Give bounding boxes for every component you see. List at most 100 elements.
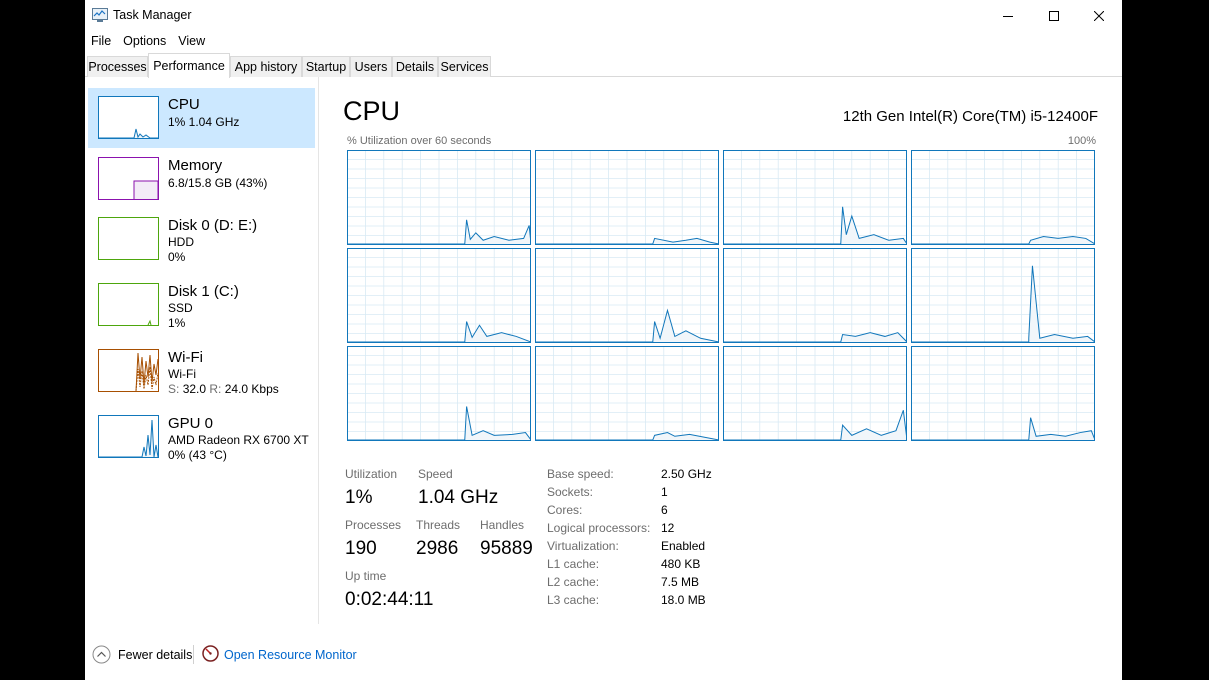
tab-details[interactable]: Details (392, 56, 438, 77)
spec-label: Cores: (547, 503, 583, 517)
performance-title: CPU (343, 96, 401, 126)
tab-startup[interactable]: Startup (302, 56, 350, 77)
speed-label: Speed (418, 467, 453, 481)
logical-processor-graph (723, 248, 907, 343)
resource-wifi[interactable]: Wi-Fi Wi-Fi S: 32.0 R: 24.0 Kbps (88, 344, 315, 406)
minimize-icon (1003, 15, 1013, 17)
wifi-thumbnail (98, 349, 159, 392)
spec-label: Sockets: (547, 485, 594, 499)
logical-processor-graph (535, 346, 719, 441)
resource-cpu[interactable]: CPU 1% 1.04 GHz (88, 88, 315, 148)
spec-value: 18.0 MB (661, 593, 706, 607)
memory-thumbnail (98, 157, 159, 200)
handles-label: Handles (480, 518, 525, 532)
close-icon (1094, 10, 1104, 21)
resource-disk-0[interactable]: Disk 0 (D: E:) HDD 0% (88, 212, 315, 274)
wifi-send-value: 32.0 (182, 382, 207, 396)
menu-options[interactable]: Options (117, 31, 172, 51)
resource-disk-1[interactable]: Disk 1 (C:) SSD 1% (88, 278, 315, 340)
resource-detail: 6.8/15.8 GB (43%) (168, 176, 268, 190)
resource-gpu[interactable]: GPU 0 AMD Radeon RX 6700 XT 0% (43 °C) (88, 410, 315, 472)
maximize-button[interactable] (1031, 0, 1077, 31)
resource-title: Disk 0 (D: E:) (168, 217, 258, 234)
wifi-receive-value: 24.0 Kbps (224, 382, 279, 396)
resource-detail-2: 1% (168, 316, 186, 330)
resource-detail: Wi-Fi (168, 367, 196, 381)
resource-title: Wi-Fi (168, 349, 203, 366)
spec-value: 7.5 MB (661, 575, 700, 589)
processes-label: Processes (345, 518, 402, 532)
spec-label: L3 cache: (547, 593, 600, 607)
spec-label: Base speed: (547, 467, 614, 481)
resource-detail: AMD Radeon RX 6700 XT (168, 433, 309, 447)
fewer-details-button[interactable]: Fewer details (118, 648, 192, 662)
logical-processor-graph (723, 346, 907, 441)
disk1-thumbnail (98, 283, 159, 326)
threads-label: Threads (416, 518, 461, 532)
spec-value: Enabled (661, 539, 706, 553)
collapse-chevron-icon[interactable] (92, 645, 111, 664)
spec-label: L2 cache: (547, 575, 600, 589)
tab-bar: Processes Performance App history Startu… (85, 53, 1122, 78)
menu-view[interactable]: View (172, 31, 211, 51)
tab-performance[interactable]: Performance (148, 53, 230, 78)
graph-caption: % Utilization over 60 seconds (347, 135, 492, 147)
close-button[interactable] (1076, 0, 1122, 31)
cpu-thumbnail (98, 96, 159, 139)
resource-title: Memory (168, 157, 223, 174)
resource-detail-2: 0% (168, 250, 186, 264)
open-resource-monitor-link[interactable]: Open Resource Monitor (224, 648, 357, 662)
utilization-label: Utilization (345, 467, 398, 481)
resource-detail-2: 0% (43 °C) (168, 448, 227, 462)
window-title: Task Manager (113, 8, 192, 22)
logical-processor-graph (535, 150, 719, 245)
logical-processor-graph (911, 346, 1095, 441)
title-bar: Task Manager (85, 0, 1122, 31)
footer: Fewer details Open Resource Monitor (85, 636, 1122, 672)
tab-services[interactable]: Services (438, 56, 491, 77)
tab-users[interactable]: Users (350, 56, 392, 77)
handles-value: 95889 (480, 538, 533, 559)
resource-detail: 1% 1.04 GHz (168, 115, 240, 129)
logical-processor-graph (911, 150, 1095, 245)
resource-list: CPU 1% 1.04 GHz Memory 6.8/15.8 GB (43%)… (85, 77, 319, 624)
spec-value: 6 (661, 503, 668, 517)
menu-file[interactable]: File (85, 31, 117, 51)
threads-value: 2986 (416, 538, 459, 559)
wifi-send-label: S: (168, 382, 180, 396)
graph-max-label: 100% (1067, 135, 1096, 147)
minimize-button[interactable] (985, 0, 1031, 31)
spec-label: Virtualization: (547, 539, 619, 553)
logical-processor-graph (347, 346, 531, 441)
logical-processor-graph (347, 150, 531, 245)
task-manager-window: Task Manager File Options View Processes… (85, 0, 1122, 680)
uptime-value: 0:02:44:11 (345, 589, 434, 610)
logical-processor-graph (535, 248, 719, 343)
processes-value: 190 (345, 538, 377, 559)
tab-app-history[interactable]: App history (230, 56, 302, 77)
footer-divider (193, 645, 194, 664)
uptime-label: Up time (345, 569, 387, 583)
speed-value: 1.04 GHz (418, 487, 499, 508)
wifi-receive-label: R: (209, 382, 222, 396)
cpu-model-name: 12th Gen Intel(R) Core(TM) i5-12400F (842, 108, 1098, 125)
resource-title: CPU (168, 96, 200, 113)
resource-detail: SSD (168, 301, 193, 315)
maximize-icon (1049, 10, 1059, 21)
spec-value: 1 (661, 485, 668, 499)
resource-memory[interactable]: Memory 6.8/15.8 GB (43%) (88, 150, 315, 210)
spec-label: L1 cache: (547, 557, 600, 571)
resource-title: GPU 0 (168, 415, 214, 432)
task-manager-app-icon (92, 8, 108, 22)
logical-processor-graph (347, 248, 531, 343)
gpu-thumbnail (98, 415, 159, 458)
disk0-thumbnail (98, 217, 159, 260)
logical-processor-graph (723, 150, 907, 245)
resource-detail: HDD (168, 235, 194, 249)
spec-value: 2.50 GHz (661, 467, 712, 481)
menu-bar: File Options View (85, 31, 211, 51)
spec-value: 480 KB (661, 557, 701, 571)
resource-detail-2: S: 32.0 R: 24.0 Kbps (168, 382, 279, 396)
spec-label: Logical processors: (547, 521, 651, 535)
tab-processes[interactable]: Processes (87, 56, 148, 77)
